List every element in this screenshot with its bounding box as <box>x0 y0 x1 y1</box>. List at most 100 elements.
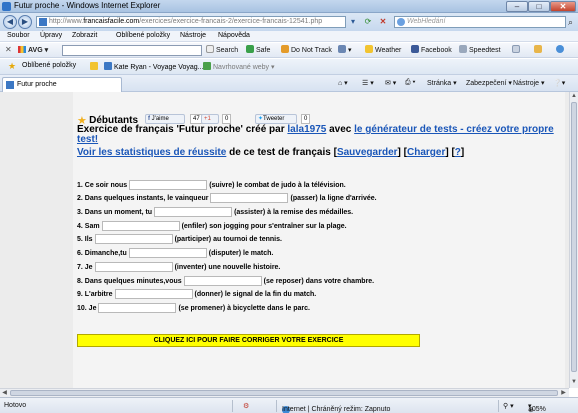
close-toolbar-icon[interactable]: ✕ <box>5 45 12 54</box>
correct-exercise-button[interactable]: CLIQUEZ ICI POUR FAIRE CORRIGER VOTRE EX… <box>77 334 420 347</box>
feeds-icon[interactable]: ☰ ▾ <box>362 79 374 87</box>
favorite-link-kate-ryan[interactable]: Kate Ryan - Voyage Voyag... <box>104 62 204 71</box>
exercise-3-input[interactable] <box>154 207 233 218</box>
tweet-button[interactable]: ✦Tweeter 0 <box>255 114 311 124</box>
avg-weather-label: Weather <box>375 47 402 54</box>
avg-search-button[interactable]: Search <box>206 45 238 56</box>
exercise-2-input[interactable] <box>210 193 289 204</box>
avg-safe-label: Safe <box>256 47 271 54</box>
vertical-scroll-thumb[interactable] <box>571 102 577 372</box>
page-menu[interactable]: Stránka ▾ <box>427 79 457 87</box>
stats-middle: de ce test de français [ <box>226 147 337 158</box>
home-icon[interactable]: ⌂ ▾ <box>338 79 348 87</box>
mail-icon[interactable]: ✉ ▾ <box>385 79 396 87</box>
exercise-4-input[interactable] <box>101 221 180 232</box>
print-icon[interactable]: ⎙ ▾ <box>405 79 416 87</box>
minimize-button[interactable]: – <box>506 1 528 12</box>
exercise-8-hint: (se reposer) dans votre chambre. <box>263 278 375 285</box>
exercise-9-hint: (donner) le signal de la fin du match. <box>194 291 317 298</box>
google-plus-button[interactable]: +1 0 <box>201 114 232 124</box>
scroll-right-icon[interactable]: ▶ <box>559 389 568 397</box>
refresh-icon[interactable]: ⟳ <box>362 16 374 28</box>
site-icon <box>104 62 112 70</box>
suggested-sites-link[interactable]: Navrhované weby ▾ <box>203 62 275 71</box>
vertical-scrollbar[interactable]: ▲ ▼ <box>569 92 578 388</box>
maximize-button[interactable]: □ <box>528 1 550 12</box>
search-icon[interactable]: ⌕ <box>568 16 578 28</box>
exercise-8-input[interactable] <box>183 276 262 287</box>
avg-misc-button[interactable]: ▾ <box>338 45 352 56</box>
status-tools-icon[interactable]: ⚲ ▾ <box>503 402 514 410</box>
exercise-1-input[interactable] <box>129 180 208 191</box>
bracket-sep-3: ] <box>460 147 465 158</box>
status-divider <box>276 400 277 412</box>
window-titlebar: Futur proche - Windows Internet Explorer… <box>0 0 578 13</box>
add-favorite-icon[interactable] <box>90 62 100 71</box>
menu-oblibene[interactable]: Oblíbené položky <box>116 32 170 39</box>
exercise-headline: Exercice de français 'Futur proche' créé… <box>77 125 561 145</box>
avg-dnt-button[interactable]: Do Not Track <box>281 45 332 56</box>
close-button[interactable]: ✕ <box>550 1 576 12</box>
exercise-5-input[interactable] <box>94 234 173 245</box>
exercise-4-prompt: 4. Sam <box>77 223 100 230</box>
dropdown-arrow-icon[interactable]: ▾ <box>348 16 358 28</box>
stop-icon[interactable]: ✕ <box>377 16 389 28</box>
save-link[interactable]: Sauvegarder <box>337 147 398 158</box>
speedtest-icon <box>459 45 467 53</box>
url-input[interactable]: http://www.francaisfacile.com/exercices/… <box>36 16 346 28</box>
stats-link[interactable]: Voir les statistiques de réussite <box>77 147 226 158</box>
menu-soubor[interactable]: Soubor <box>7 32 30 39</box>
avg-facebook-label: Facebook <box>421 47 452 54</box>
menu-upravy[interactable]: Úpravy <box>40 32 62 39</box>
author-link[interactable]: lala1975 <box>287 124 326 135</box>
exercise-10-input[interactable] <box>98 303 177 314</box>
tweet-label: Tweeter <box>263 116 285 122</box>
facebook-like-button[interactable]: f J'aime 47 <box>145 114 203 124</box>
avg-options-button[interactable] <box>534 45 544 56</box>
tools-menu[interactable]: Nástroje ▾ <box>513 79 545 87</box>
avg-menu-button[interactable]: AVG ▾ <box>18 45 48 56</box>
exercise-5-prompt: 5. Ils <box>77 236 93 243</box>
security-menu[interactable]: Zabezpečení ▾ <box>466 79 512 87</box>
avg-facebook-button[interactable]: Facebook <box>411 45 452 56</box>
scroll-up-icon[interactable]: ▲ <box>570 92 578 101</box>
avg-speedtest-button[interactable]: Speedtest <box>459 45 501 56</box>
avg-safe-button[interactable]: Safe <box>246 45 270 56</box>
exercise-9-input[interactable] <box>114 289 193 300</box>
page-viewport: ★ Débutants f J'aime 47 +1 0 ✦Tweeter 0 … <box>0 92 569 388</box>
horizontal-scrollbar[interactable]: ◀ ▶ <box>0 388 569 397</box>
forward-button[interactable]: ▶ <box>18 15 32 29</box>
help-menu-icon[interactable]: ❔▾ <box>553 79 565 87</box>
exercise-3-prompt: 3. Dans un moment, tu <box>77 209 153 216</box>
magnifier-icon <box>206 45 214 53</box>
menu-nastroje[interactable]: Nástroje <box>180 32 206 39</box>
favorites-star-icon[interactable]: ★ <box>8 61 16 72</box>
tab-futur-proche[interactable]: Futur proche <box>2 77 122 92</box>
exercise-5-hint: (participer) au tournoi de tennis. <box>174 236 282 243</box>
menu-napoveda[interactable]: Nápověda <box>218 32 250 39</box>
load-link[interactable]: Charger <box>407 147 445 158</box>
ie-logo-icon <box>2 2 11 11</box>
exercise-7-input[interactable] <box>94 262 173 273</box>
exercise-9-prompt: 9. L'arbitre <box>77 291 113 298</box>
zoom-control[interactable]: ⊕ 105% ▾ <box>528 402 546 413</box>
avg-weather-button[interactable]: Weather <box>365 45 401 56</box>
back-button[interactable]: ◀ <box>3 15 17 29</box>
protected-mode-icon: ⚙ <box>243 403 250 410</box>
favorites-button[interactable]: Oblíbené položky <box>22 62 76 69</box>
horizontal-scroll-thumb[interactable] <box>10 390 558 396</box>
scroll-down-icon[interactable]: ▼ <box>570 378 578 387</box>
avg-help-button[interactable] <box>556 45 566 56</box>
zone-text: Internet | Chráněný režim: Zapnuto <box>282 406 391 413</box>
exercise-6-prompt: 6. Dimanche,tu <box>77 250 127 257</box>
avg-search-input[interactable] <box>62 45 202 56</box>
plus-count: 0 <box>222 114 232 124</box>
web-search-input[interactable]: WebHledání <box>394 16 566 28</box>
scroll-left-icon[interactable]: ◀ <box>0 389 9 397</box>
exercise-6-input[interactable] <box>128 248 207 259</box>
avg-settings-button[interactable] <box>512 45 522 56</box>
menu-zobrazit[interactable]: Zobrazit <box>72 32 97 39</box>
exercise-8-prompt: 8. Dans quelques minutes,vous <box>77 278 182 285</box>
exercise-10-hint: (se promener) à bicyclette dans le parc. <box>178 305 310 312</box>
status-text: Hotovo <box>4 402 27 409</box>
